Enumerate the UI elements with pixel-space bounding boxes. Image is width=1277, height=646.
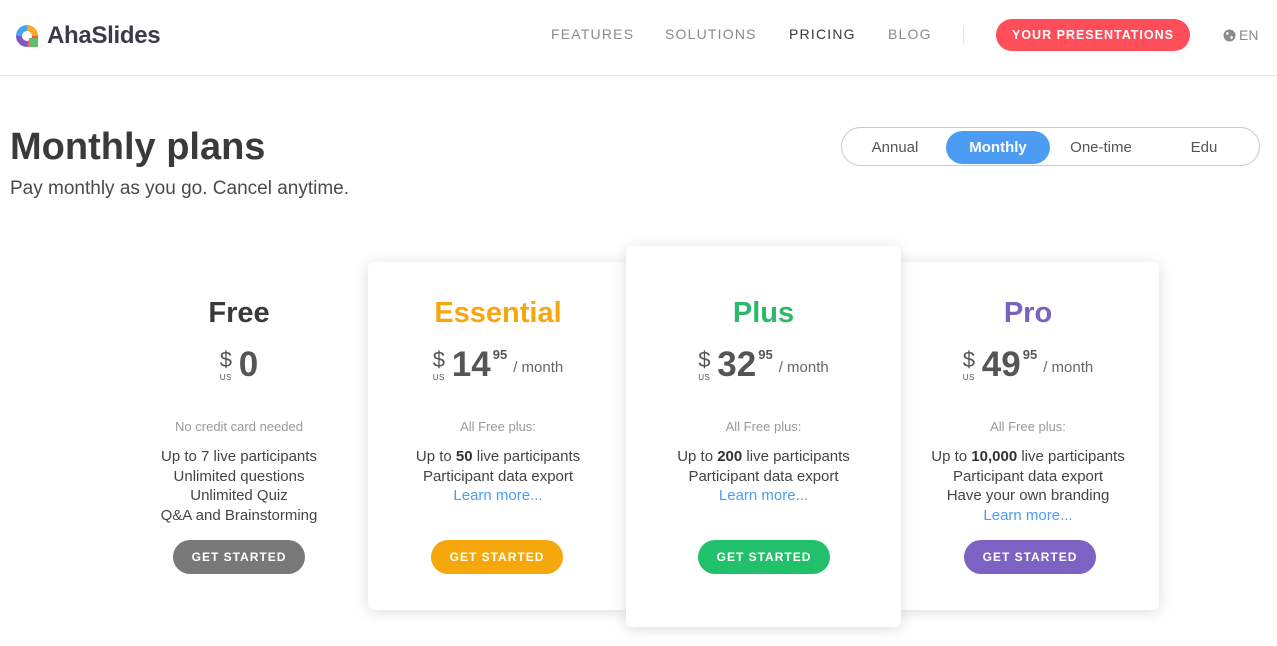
language-label: EN bbox=[1239, 27, 1259, 43]
nav-item-features[interactable]: FEATURES bbox=[551, 26, 634, 42]
price-amount: 49 bbox=[981, 345, 1021, 384]
price-cents: 95 bbox=[492, 347, 508, 362]
currency-code: US bbox=[219, 373, 232, 382]
plan-card-pro: Pro $ US 49 95 / month All Free plus: Up … bbox=[897, 262, 1159, 610]
price-amount: 0 bbox=[238, 345, 259, 384]
get-started-button-plus[interactable]: GET STARTED bbox=[698, 540, 830, 574]
nav-item-pricing[interactable]: PRICING bbox=[789, 26, 856, 42]
plan-card-free: Free $ US 0 No credit card needed Up to 7… bbox=[105, 262, 373, 610]
plan-features: Up to 200 live participants Participant … bbox=[626, 447, 901, 506]
globe-icon bbox=[1223, 29, 1236, 41]
site-header: AhaSlides FEATURES SOLUTIONS PRICING BLO… bbox=[0, 0, 1277, 76]
feature-item: Up to 7 live participants bbox=[161, 448, 317, 465]
currency-code: US bbox=[962, 373, 975, 382]
feature-item: Q&A and Brainstorming bbox=[160, 506, 318, 524]
learn-more-link[interactable]: Learn more... bbox=[983, 506, 1072, 526]
toggle-option-monthly[interactable]: Monthly bbox=[946, 131, 1050, 164]
get-started-button-essential[interactable]: GET STARTED bbox=[431, 540, 563, 574]
feature-item: Participant data export bbox=[688, 467, 839, 485]
plan-price: $ US 14 95 / month bbox=[368, 345, 628, 385]
plan-name: Free bbox=[208, 297, 270, 329]
price-period: / month bbox=[513, 359, 564, 376]
price-cents: 95 bbox=[758, 347, 773, 362]
page-subtitle: Pay monthly as you go. Cancel anytime. bbox=[10, 178, 350, 199]
price-period: / month bbox=[1043, 359, 1094, 376]
plan-features: Up to 50 live participants Participant d… bbox=[368, 447, 628, 506]
plan-note: All Free plus: bbox=[460, 419, 536, 434]
learn-more-link[interactable]: Learn more... bbox=[719, 486, 808, 506]
currency-code: US bbox=[432, 373, 445, 382]
currency-symbol: $ US bbox=[962, 347, 976, 382]
plan-name: Pro bbox=[1003, 297, 1053, 329]
feature-item: Participant data export bbox=[422, 467, 574, 485]
plan-name: Essential bbox=[434, 297, 562, 329]
feature-item: Have your own branding bbox=[946, 487, 1110, 504]
currency-code: US bbox=[698, 373, 711, 382]
currency-symbol: $ US bbox=[698, 347, 711, 382]
feature-item: Participant data export bbox=[952, 467, 1104, 485]
price-amount: 14 bbox=[451, 345, 491, 384]
plan-features: Up to 10,000 live participants Participa… bbox=[897, 447, 1159, 525]
page-title: Monthly plans bbox=[10, 126, 266, 168]
plan-card-essential: Essential $ US 14 95 / month All Free plu… bbox=[368, 262, 628, 610]
get-started-button-free[interactable]: GET STARTED bbox=[173, 540, 305, 574]
nav-item-blog[interactable]: BLOG bbox=[888, 26, 932, 42]
plan-name: Plus bbox=[732, 297, 795, 329]
plan-card-plus: Plus $ US 32 95 / month All Free plus: Up… bbox=[626, 246, 901, 627]
plan-price: $ US 49 95 / month bbox=[897, 345, 1159, 385]
plan-note: All Free plus: bbox=[990, 419, 1066, 434]
plan-note: No credit card needed bbox=[175, 419, 303, 434]
feature-item: Unlimited questions bbox=[173, 467, 305, 485]
toggle-option-edu[interactable]: Edu bbox=[1152, 131, 1256, 164]
your-presentations-button[interactable]: YOUR PRESENTATIONS bbox=[996, 19, 1190, 51]
price-period: / month bbox=[778, 359, 829, 376]
plan-note: All Free plus: bbox=[725, 419, 802, 434]
toggle-option-one-time[interactable]: One-time bbox=[1049, 131, 1153, 164]
language-selector[interactable]: EN bbox=[1223, 27, 1258, 43]
currency-symbol: $ US bbox=[432, 347, 446, 382]
plan-price: $ US 32 95 / month bbox=[626, 345, 901, 385]
learn-more-link[interactable]: Learn more... bbox=[453, 486, 542, 506]
feature-item: Unlimited Quiz bbox=[190, 487, 288, 504]
feature-item-participants: Up to 10,000 live participants bbox=[931, 448, 1125, 465]
plan-features: Up to 7 live participants Unlimited ques… bbox=[105, 447, 373, 525]
get-started-button-pro[interactable]: GET STARTED bbox=[964, 540, 1096, 574]
nav-item-solutions[interactable]: SOLUTIONS bbox=[665, 26, 757, 42]
price-amount: 32 bbox=[717, 345, 757, 384]
toggle-option-annual[interactable]: Annual bbox=[843, 131, 947, 164]
billing-period-toggle: Annual Monthly One-time Edu bbox=[841, 127, 1260, 166]
price-cents: 95 bbox=[1022, 347, 1038, 362]
plan-price: $ US 0 bbox=[105, 345, 373, 385]
currency-symbol: $ US bbox=[219, 347, 233, 382]
nav-divider bbox=[963, 27, 964, 44]
feature-item-participants: Up to 200 live participants bbox=[677, 448, 850, 465]
feature-item-participants: Up to 50 live participants bbox=[415, 448, 581, 465]
